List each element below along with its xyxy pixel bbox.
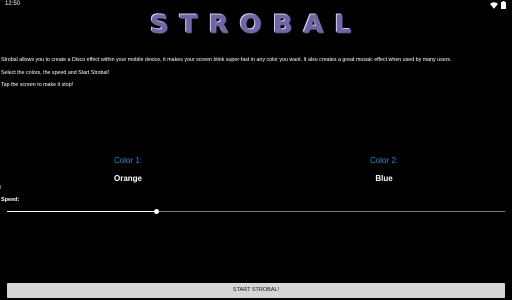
- instruction-text: Select the colors, the speed and Start S…: [1, 70, 110, 76]
- speed-label: Speed:: [1, 197, 20, 203]
- slider-thumb[interactable]: [153, 209, 159, 214]
- status-bar: 12:50: [0, 0, 512, 10]
- color1-value[interactable]: Orange: [78, 174, 178, 183]
- description-text: Strobal allows you to create a Disco eff…: [1, 57, 452, 63]
- color2-value[interactable]: Blue: [334, 174, 434, 183]
- battery-icon: [501, 1, 506, 9]
- logo-text: STROBAL: [150, 10, 363, 40]
- app-logo: STROBAL: [150, 12, 362, 38]
- status-icons: [490, 1, 506, 9]
- stop-hint-text: Tap the screen to make it stop!: [1, 82, 74, 88]
- color1-label[interactable]: Color 1:: [78, 156, 178, 165]
- color2-label[interactable]: Color 2:: [334, 156, 434, 165]
- slider-fill: [7, 211, 157, 212]
- status-time: 12:50: [5, 1, 21, 7]
- edge-tick: [0, 185, 1, 189]
- start-strobal-button[interactable]: START STROBAL!: [7, 283, 505, 298]
- speed-slider[interactable]: [7, 208, 505, 216]
- wifi-icon: [490, 1, 498, 9]
